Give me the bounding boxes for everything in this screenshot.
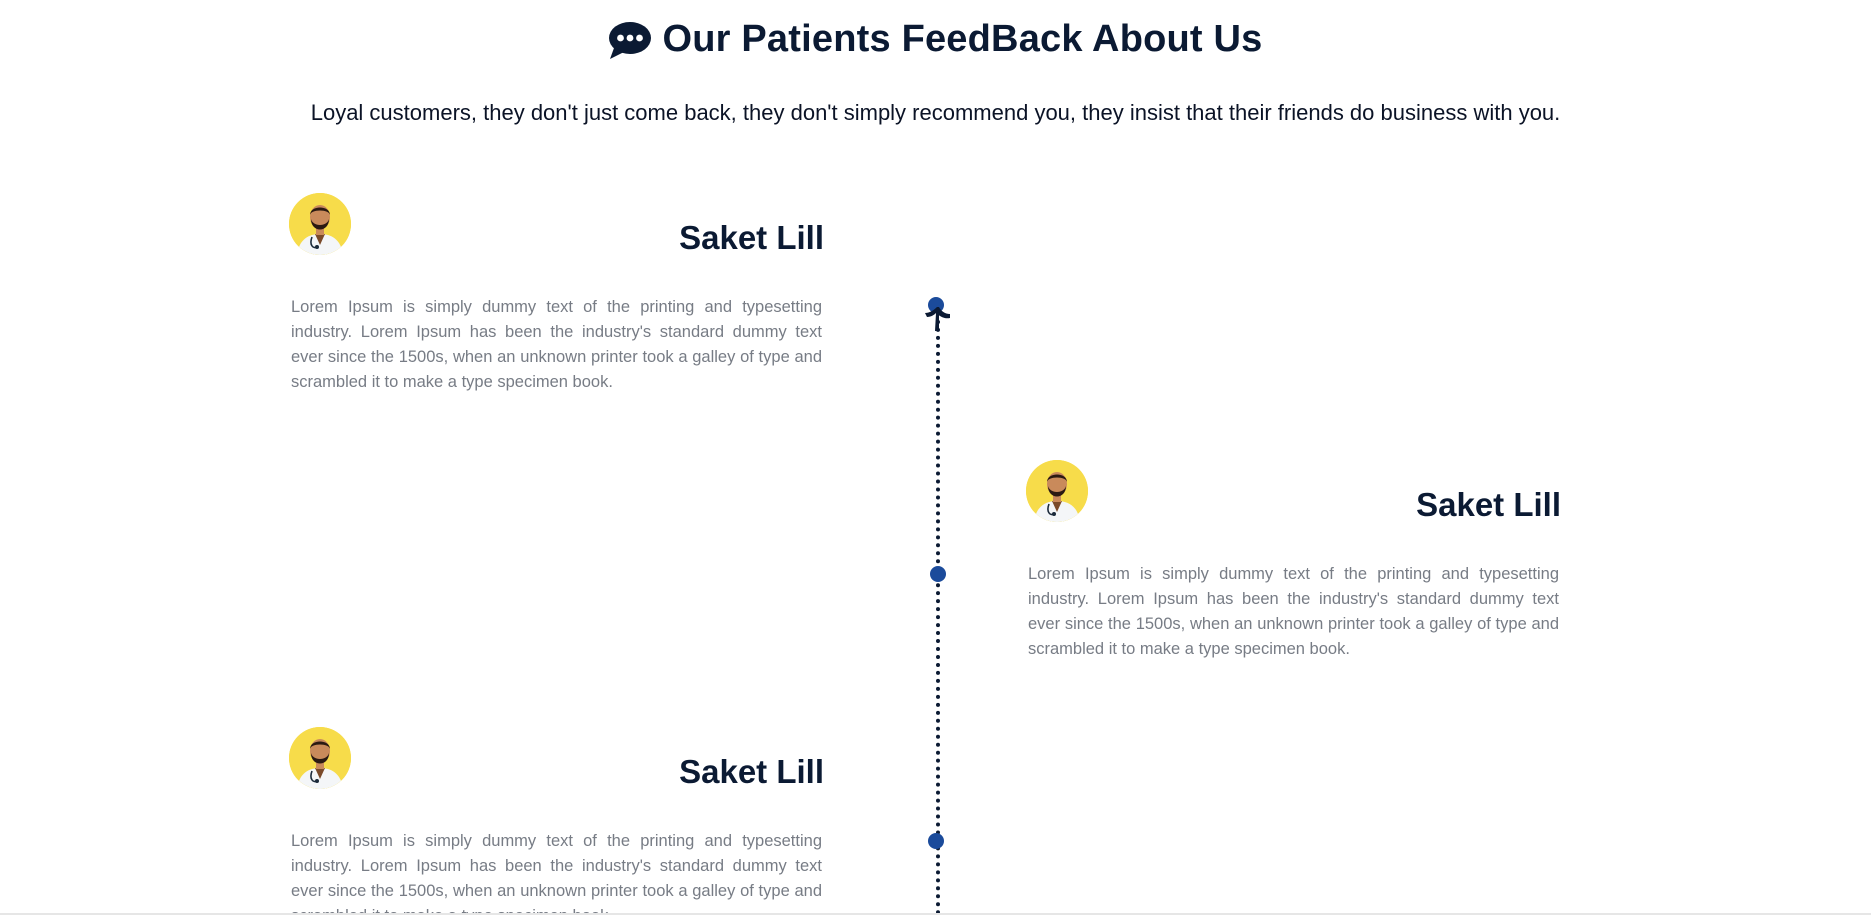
page-title: Our Patients FeedBack About Us — [662, 18, 1263, 60]
testimonial-text: Lorem Ipsum is simply dummy text of the … — [1028, 565, 1559, 658]
testimonial-name: Saket Lill — [1416, 486, 1561, 523]
testimonial-name: Saket Lill — [679, 219, 824, 256]
timeline-line — [936, 304, 940, 915]
testimonial-text: Lorem Ipsum is simply dummy text of the … — [291, 832, 822, 915]
doctor-avatar — [289, 727, 351, 789]
doctor-avatar — [289, 193, 351, 255]
testimonial-text: Lorem Ipsum is simply dummy text of the … — [291, 298, 822, 391]
section-title: Our Patients FeedBack About Us — [0, 18, 1871, 61]
chat-bubble-icon — [608, 20, 652, 60]
timeline-dot — [930, 566, 946, 582]
doctor-avatar — [1026, 460, 1088, 522]
testimonial-name: Saket Lill — [679, 753, 824, 790]
page-subtitle: Loyal customers, they don't just come ba… — [310, 100, 1561, 125]
timeline-pin-icon — [923, 297, 953, 338]
timeline-dot — [928, 833, 944, 849]
